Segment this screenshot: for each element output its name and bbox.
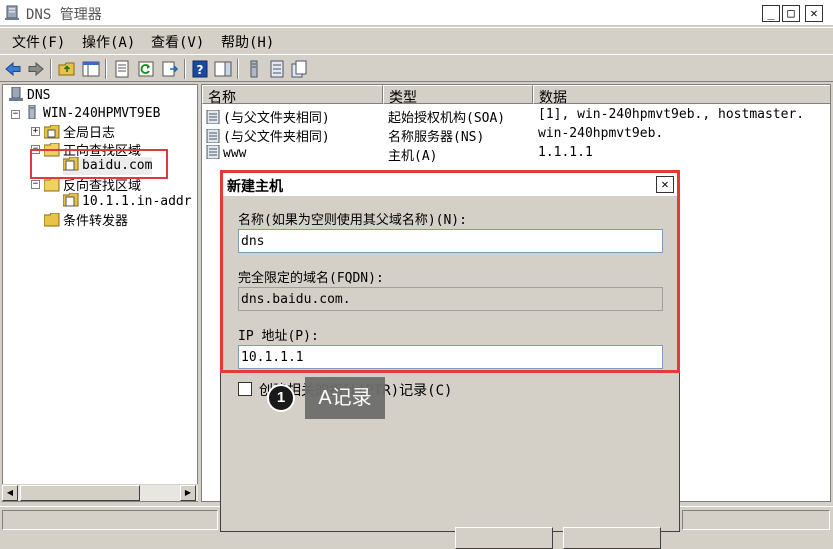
record-type: 主机(A) bbox=[388, 149, 438, 164]
folder-log-icon bbox=[44, 125, 60, 139]
tree-label-reverse-zone: 10.1.1.in-addr bbox=[82, 194, 192, 209]
menu-file[interactable]: 文件(F) bbox=[12, 32, 65, 52]
collapse-icon[interactable]: − bbox=[31, 145, 40, 154]
copy-records-icon[interactable] bbox=[290, 60, 308, 78]
dns-app-icon bbox=[5, 5, 19, 20]
show-hide-tree-icon[interactable] bbox=[82, 60, 100, 78]
server-icon[interactable] bbox=[245, 60, 263, 78]
column-header-type[interactable]: 类型 bbox=[383, 85, 533, 106]
folder-icon bbox=[44, 213, 60, 227]
ip-label: IP 地址(P): bbox=[238, 329, 319, 344]
table-row[interactable]: (与父文件夹相同) bbox=[206, 107, 330, 126]
tree-label-forwarders: 条件转发器 bbox=[63, 214, 129, 229]
new-host-dialog: 新建主机 ✕ 名称(如果为空则使用其父域名称)(N): 完全限定的域名(FQDN… bbox=[220, 170, 680, 549]
minimize-button[interactable]: _ bbox=[762, 5, 780, 22]
record-type: 名称服务器(NS) bbox=[388, 130, 485, 145]
record-data: win-240hpmvt9eb. bbox=[538, 126, 664, 141]
record-icon bbox=[206, 129, 220, 143]
cancel-button[interactable] bbox=[563, 527, 661, 549]
record-name: (与父文件夹相同) bbox=[223, 130, 330, 145]
fqdn-label: 完全限定的域名(FQDN): bbox=[238, 271, 384, 286]
tree-node-reverse-zones[interactable]: 反向查找区域 bbox=[44, 175, 142, 194]
table-row[interactable]: www bbox=[206, 145, 246, 163]
zone-icon bbox=[63, 157, 79, 171]
record-icon bbox=[206, 110, 220, 124]
server-icon bbox=[28, 105, 36, 119]
back-arrow-icon[interactable] bbox=[4, 60, 22, 78]
collapse-icon[interactable]: − bbox=[31, 180, 40, 189]
tree-node-server[interactable]: WIN-240HPMVT9EB bbox=[24, 105, 160, 123]
toolbar-separator bbox=[237, 59, 239, 79]
export-list-icon[interactable] bbox=[161, 60, 179, 78]
toolbar-separator bbox=[184, 59, 186, 79]
toolbar-separator bbox=[105, 59, 107, 79]
scroll-left-icon[interactable]: ◀ bbox=[2, 485, 18, 501]
console-tree: DNS − WIN-240HPMVT9EB + 全局日志 − 正向查找区域 ba… bbox=[2, 84, 198, 502]
record-name: (与父文件夹相同) bbox=[223, 111, 330, 126]
column-header-name[interactable]: 名称 bbox=[202, 85, 383, 106]
window-title: DNS 管理器 bbox=[26, 7, 102, 23]
folder-open-icon bbox=[44, 143, 60, 157]
host-name-input[interactable] bbox=[238, 229, 663, 253]
record-name: www bbox=[223, 146, 247, 161]
record-data: 1.1.1.1 bbox=[538, 145, 593, 160]
svg-text:?: ? bbox=[197, 63, 204, 77]
scroll-thumb[interactable] bbox=[20, 485, 140, 501]
menu-view[interactable]: 查看(V) bbox=[151, 32, 204, 52]
tree-label-global-logs: 全局日志 bbox=[63, 126, 116, 141]
menu-action[interactable]: 操作(A) bbox=[82, 32, 135, 52]
ip-address-input[interactable] bbox=[238, 345, 663, 369]
expand-icon[interactable]: + bbox=[31, 127, 40, 136]
record-icon bbox=[206, 145, 220, 159]
create-ptr-checkbox[interactable] bbox=[238, 382, 252, 396]
add-host-button[interactable] bbox=[455, 527, 553, 549]
refresh-icon[interactable] bbox=[137, 60, 155, 78]
record-type: 起始授权机构(SOA) bbox=[388, 111, 506, 126]
toolbar-separator bbox=[50, 59, 52, 79]
record-list-icon[interactable] bbox=[268, 60, 286, 78]
action-pane-icon[interactable] bbox=[214, 60, 232, 78]
forward-arrow-icon[interactable] bbox=[27, 60, 45, 78]
scroll-right-icon[interactable]: ▶ bbox=[180, 485, 196, 501]
status-panel bbox=[682, 510, 830, 530]
toolbar: ? bbox=[0, 54, 833, 82]
menu-help[interactable]: 帮助(H) bbox=[221, 32, 274, 52]
tree-node-forwarders[interactable]: 条件转发器 bbox=[44, 210, 129, 229]
status-panel bbox=[2, 510, 218, 530]
tree-label-zone: baidu.com bbox=[82, 158, 153, 173]
tree-label-reverse-zones: 反向查找区域 bbox=[63, 179, 142, 194]
folder-open-icon bbox=[44, 178, 60, 192]
step-number-badge: 1 bbox=[267, 384, 295, 412]
dialog-close-button[interactable]: ✕ bbox=[656, 176, 674, 193]
dns-icon bbox=[9, 87, 23, 101]
tree-horizontal-scrollbar[interactable]: ◀ ▶ bbox=[2, 484, 198, 501]
zone-icon bbox=[63, 193, 79, 207]
step-label-badge: A记录 bbox=[305, 377, 385, 419]
close-button[interactable]: ✕ bbox=[805, 5, 823, 22]
up-folder-icon[interactable] bbox=[58, 60, 76, 78]
tree-node-global-logs[interactable]: 全局日志 bbox=[44, 122, 116, 141]
fqdn-field bbox=[238, 287, 663, 311]
tree-label-dns: DNS bbox=[27, 88, 51, 103]
column-header-data[interactable]: 数据 bbox=[533, 85, 830, 106]
tree-label-server: WIN-240HPMVT9EB bbox=[43, 106, 161, 121]
dialog-title: 新建主机 bbox=[227, 179, 283, 195]
help-icon[interactable]: ? bbox=[191, 60, 209, 78]
name-label: 名称(如果为空则使用其父域名称)(N): bbox=[238, 213, 467, 228]
maximize-button[interactable]: □ bbox=[782, 5, 800, 22]
window-titlebar: DNS 管理器 _ □ ✕ bbox=[0, 0, 833, 26]
record-data: [1], win-240hpmvt9eb., hostmaster. bbox=[538, 107, 805, 122]
tree-node-forward-zones[interactable]: 正向查找区域 bbox=[44, 140, 141, 159]
table-row[interactable]: (与父文件夹相同) bbox=[206, 126, 330, 145]
properties-icon[interactable] bbox=[113, 60, 131, 78]
collapse-icon[interactable]: − bbox=[11, 110, 20, 119]
tree-node-zone-baidu[interactable]: baidu.com bbox=[63, 157, 153, 175]
tree-node-dns[interactable]: DNS bbox=[8, 87, 50, 105]
tree-node-reverse-zone[interactable]: 10.1.1.in-addr bbox=[63, 193, 192, 211]
dialog-titlebar: 新建主机 ✕ bbox=[222, 172, 678, 196]
menu-bar: 文件(F) 操作(A) 查看(V) 帮助(H) bbox=[0, 27, 833, 53]
